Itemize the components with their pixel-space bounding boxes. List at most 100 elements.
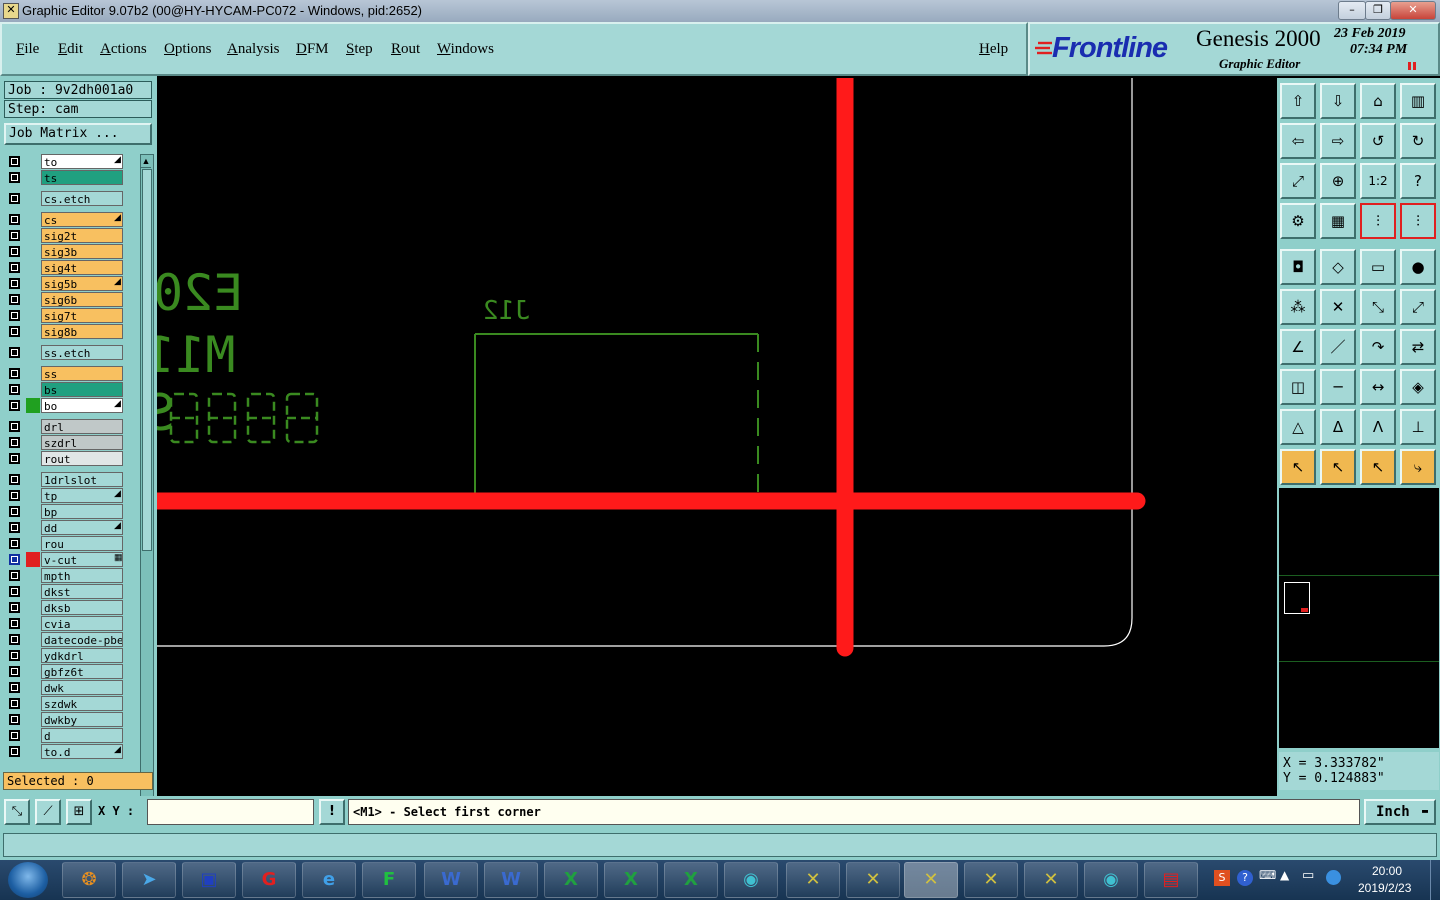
help-icon[interactable]: ? [1400, 163, 1436, 199]
clock-time[interactable]: 20:00 [1372, 864, 1402, 878]
layer-row-szdwk[interactable]: szdwk [4, 696, 137, 711]
settings-icon[interactable]: ⚙ [1280, 203, 1316, 239]
layer-visibility-checkbox[interactable] [9, 246, 20, 257]
layer-row-1drlslot[interactable]: 1drlslot [4, 472, 137, 487]
zoom-extents-icon[interactable]: ⤢ [1280, 163, 1316, 199]
base-icon[interactable]: ⊥ [1400, 409, 1436, 445]
layer-row-mpth[interactable]: mpth [4, 568, 137, 583]
taskbar-messenger-icon[interactable]: ➤ [122, 862, 176, 898]
layer-visibility-checkbox[interactable] [9, 538, 20, 549]
layer-visibility-checkbox[interactable] [9, 714, 20, 725]
layer-visibility-checkbox[interactable] [9, 698, 20, 709]
layer-name[interactable]: v-cut [41, 552, 123, 567]
layer-row-drl[interactable]: drl [4, 419, 137, 434]
layer-name[interactable]: ts [41, 170, 123, 185]
snap-icon[interactable]: ◘ [1280, 249, 1316, 285]
tray-network-icon[interactable]: ▭ [1302, 868, 1314, 883]
layer-row-d[interactable]: d [4, 728, 137, 743]
layer-name[interactable]: datecode-pbe [41, 632, 123, 647]
scroll-thumb[interactable] [142, 169, 152, 551]
layer-visibility-checkbox[interactable] [9, 193, 20, 204]
split-icon[interactable]: ─ [1320, 369, 1356, 405]
layer-visibility-checkbox[interactable] [9, 437, 20, 448]
taskbar-fish-icon-2[interactable]: ◉ [1084, 862, 1138, 898]
layer-list-scrollbar[interactable]: ▲ ▼ [140, 154, 154, 846]
taskbar-excel-icon-3[interactable]: X [664, 862, 718, 898]
units-selector[interactable]: Inch ▬ [1364, 799, 1436, 825]
layer-name[interactable]: sig3b [41, 244, 123, 259]
layer-visibility-checkbox[interactable] [9, 262, 20, 273]
layer-visibility-checkbox[interactable] [9, 682, 20, 693]
layer-visibility-checkbox[interactable] [9, 570, 20, 581]
layer-visibility-checkbox[interactable] [9, 586, 20, 597]
grid-view-icon[interactable]: ▦ [1320, 203, 1356, 239]
apex-icon[interactable]: Δ [1320, 409, 1356, 445]
layer-name[interactable]: cvia [41, 616, 123, 631]
layer-visibility-checkbox[interactable] [9, 522, 20, 533]
layer-visibility-checkbox[interactable] [9, 294, 20, 305]
layer-name[interactable]: szdwk [41, 696, 123, 711]
layer-name[interactable]: sig4t [41, 260, 123, 275]
layer-visibility-checkbox[interactable] [9, 156, 20, 167]
tray-keyboard-icon[interactable]: ⌨ [1259, 868, 1276, 882]
layer-visibility-checkbox[interactable] [9, 172, 20, 183]
layer-visibility-checkbox[interactable] [9, 384, 20, 395]
shapes-icon[interactable]: ◈ [1400, 369, 1436, 405]
window-icon[interactable]: ▥ [1400, 83, 1436, 119]
show-desktop-button[interactable] [1430, 860, 1440, 900]
layer-name[interactable]: ydkdrl [41, 648, 123, 663]
layer-name[interactable]: ss.etch [41, 345, 123, 360]
layer-visibility-checkbox[interactable] [9, 347, 20, 358]
grid-icon[interactable]: ⊞ [66, 799, 92, 825]
layer-row-bo[interactable]: bo ◢ [4, 398, 137, 413]
move-right-icon[interactable]: ⇨ [1320, 123, 1356, 159]
menu-step[interactable]: Step [346, 41, 373, 58]
taskbar-genesis-icon[interactable]: ✕ [786, 862, 840, 898]
alert-button[interactable]: ! [319, 799, 345, 825]
menu-dfm[interactable]: DFM [296, 41, 329, 58]
minimize-button[interactable]: – [1338, 1, 1366, 20]
layer-name[interactable]: sig8b [41, 324, 123, 339]
layer-name[interactable]: cs.etch [41, 191, 123, 206]
layer-name[interactable]: szdrl [41, 435, 123, 450]
layer-name[interactable]: rout [41, 451, 123, 466]
menu-windows[interactable]: Windows [437, 41, 494, 58]
layer-name[interactable]: dksb [41, 600, 123, 615]
start-button[interactable] [8, 862, 48, 898]
layer-row-dkst[interactable]: dkst [4, 584, 137, 599]
layer-visibility-checkbox[interactable] [9, 650, 20, 661]
layer-name[interactable]: sig2t [41, 228, 123, 243]
tray-help-icon[interactable]: ? [1237, 870, 1253, 886]
layer-visibility-checkbox[interactable] [9, 730, 20, 741]
layer-visibility-checkbox[interactable] [9, 746, 20, 757]
flip-icon[interactable]: ⇄ [1400, 329, 1436, 365]
layer-row-ss.etch[interactable]: ss.etch [4, 345, 137, 360]
layer-visibility-checkbox[interactable] [9, 214, 20, 225]
taskbar-word-icon-2[interactable]: W [484, 862, 538, 898]
graphic-canvas[interactable]: E20 M11 S J12 8888 [157, 78, 1277, 796]
layer-visibility-checkbox[interactable] [9, 400, 20, 411]
layer-visibility-checkbox[interactable] [9, 554, 20, 565]
menu-help[interactable]: Help [979, 41, 1008, 58]
layer-visibility-checkbox[interactable] [9, 474, 20, 485]
layer-name[interactable]: cs [41, 212, 123, 227]
layer-visibility-checkbox[interactable] [9, 602, 20, 613]
triangle-icon[interactable]: △ [1280, 409, 1316, 445]
xy-input[interactable] [147, 799, 314, 825]
layer-name[interactable]: dd [41, 520, 123, 535]
layer-name[interactable]: 1drlslot [41, 472, 123, 487]
add-point-icon[interactable]: ◫ [1280, 369, 1316, 405]
overview-window[interactable] [1279, 488, 1439, 748]
layer-row-bs[interactable]: bs [4, 382, 137, 397]
layer-name[interactable]: dwk [41, 680, 123, 695]
taskbar-fish-icon[interactable]: ◉ [724, 862, 778, 898]
layer-name[interactable]: bo [41, 398, 123, 413]
layer-name[interactable]: rou [41, 536, 123, 551]
menu-file[interactable]: File [16, 41, 39, 58]
taskbar-excel-icon[interactable]: X [544, 862, 598, 898]
clock-date[interactable]: 2019/2/23 [1358, 881, 1411, 895]
layer-visibility-checkbox[interactable] [9, 310, 20, 321]
layer-visibility-checkbox[interactable] [9, 506, 20, 517]
layer-row-sig3b[interactable]: sig3b [4, 244, 137, 259]
taskbar-genesis-icon-2[interactable]: ✕ [846, 862, 900, 898]
